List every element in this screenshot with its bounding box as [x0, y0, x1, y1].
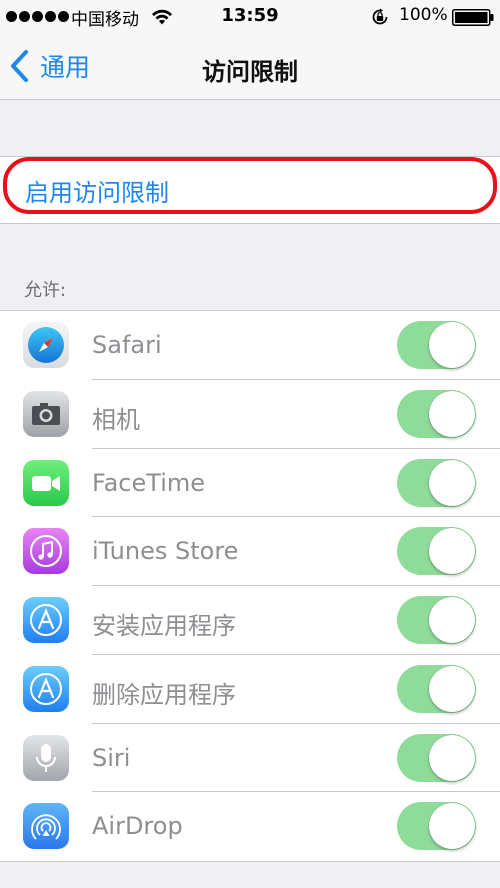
navigation-bar: 通用 访问限制 [0, 34, 500, 100]
app-store-icon [23, 665, 69, 712]
item-label: iTunes Store [92, 537, 239, 566]
list-item-camera: 相机 [0, 380, 500, 449]
battery-icon [452, 9, 494, 26]
enable-restrictions-label[interactable]: 启用访问限制 [25, 173, 169, 208]
page-title: 访问限制 [202, 58, 298, 86]
camera-toggle[interactable] [397, 389, 476, 438]
list-item-airdrop: AirDrop [0, 792, 500, 861]
item-label: Siri [92, 743, 131, 772]
facetime-toggle[interactable] [397, 458, 476, 507]
delete-apps-toggle[interactable] [397, 664, 476, 713]
list-item-install-apps: 安装应用程序 [0, 586, 500, 655]
item-label: 删除应用程序 [92, 680, 236, 709]
list-item-facetime: FaceTime [0, 449, 500, 518]
list-item-safari: Safari [0, 311, 500, 380]
item-label: 相机 [92, 405, 140, 434]
safari-icon [23, 322, 69, 368]
install-apps-toggle[interactable] [397, 596, 476, 644]
item-label: Safari [92, 331, 162, 359]
safari-toggle[interactable] [397, 321, 476, 369]
list-item-itunes-store: iTunes Store [0, 517, 500, 586]
camera-icon [23, 390, 69, 437]
orientation-lock-icon [372, 8, 388, 25]
item-label: FaceTime [92, 468, 206, 497]
allow-list: Safari 相机 FaceTime iTunes Store 安装应用程序 删… [0, 310, 500, 862]
airdrop-icon [23, 803, 69, 850]
allow-section-header: 允许: [24, 280, 67, 301]
status-bar: 中国移动 13:59 100% [0, 0, 500, 34]
list-item-siri: Siri [0, 724, 500, 793]
siri-toggle[interactable] [397, 733, 476, 782]
item-label: AirDrop [92, 812, 183, 841]
app-store-icon [23, 597, 69, 643]
itunes-store-icon [23, 528, 69, 575]
airdrop-toggle[interactable] [397, 802, 476, 851]
list-item-delete-apps: 删除应用程序 [0, 655, 500, 724]
facetime-icon [23, 459, 69, 506]
siri-icon [23, 734, 69, 781]
itunes-store-toggle[interactable] [397, 527, 476, 576]
battery-percentage: 100% [399, 5, 448, 25]
item-label: 安装应用程序 [92, 612, 236, 640]
